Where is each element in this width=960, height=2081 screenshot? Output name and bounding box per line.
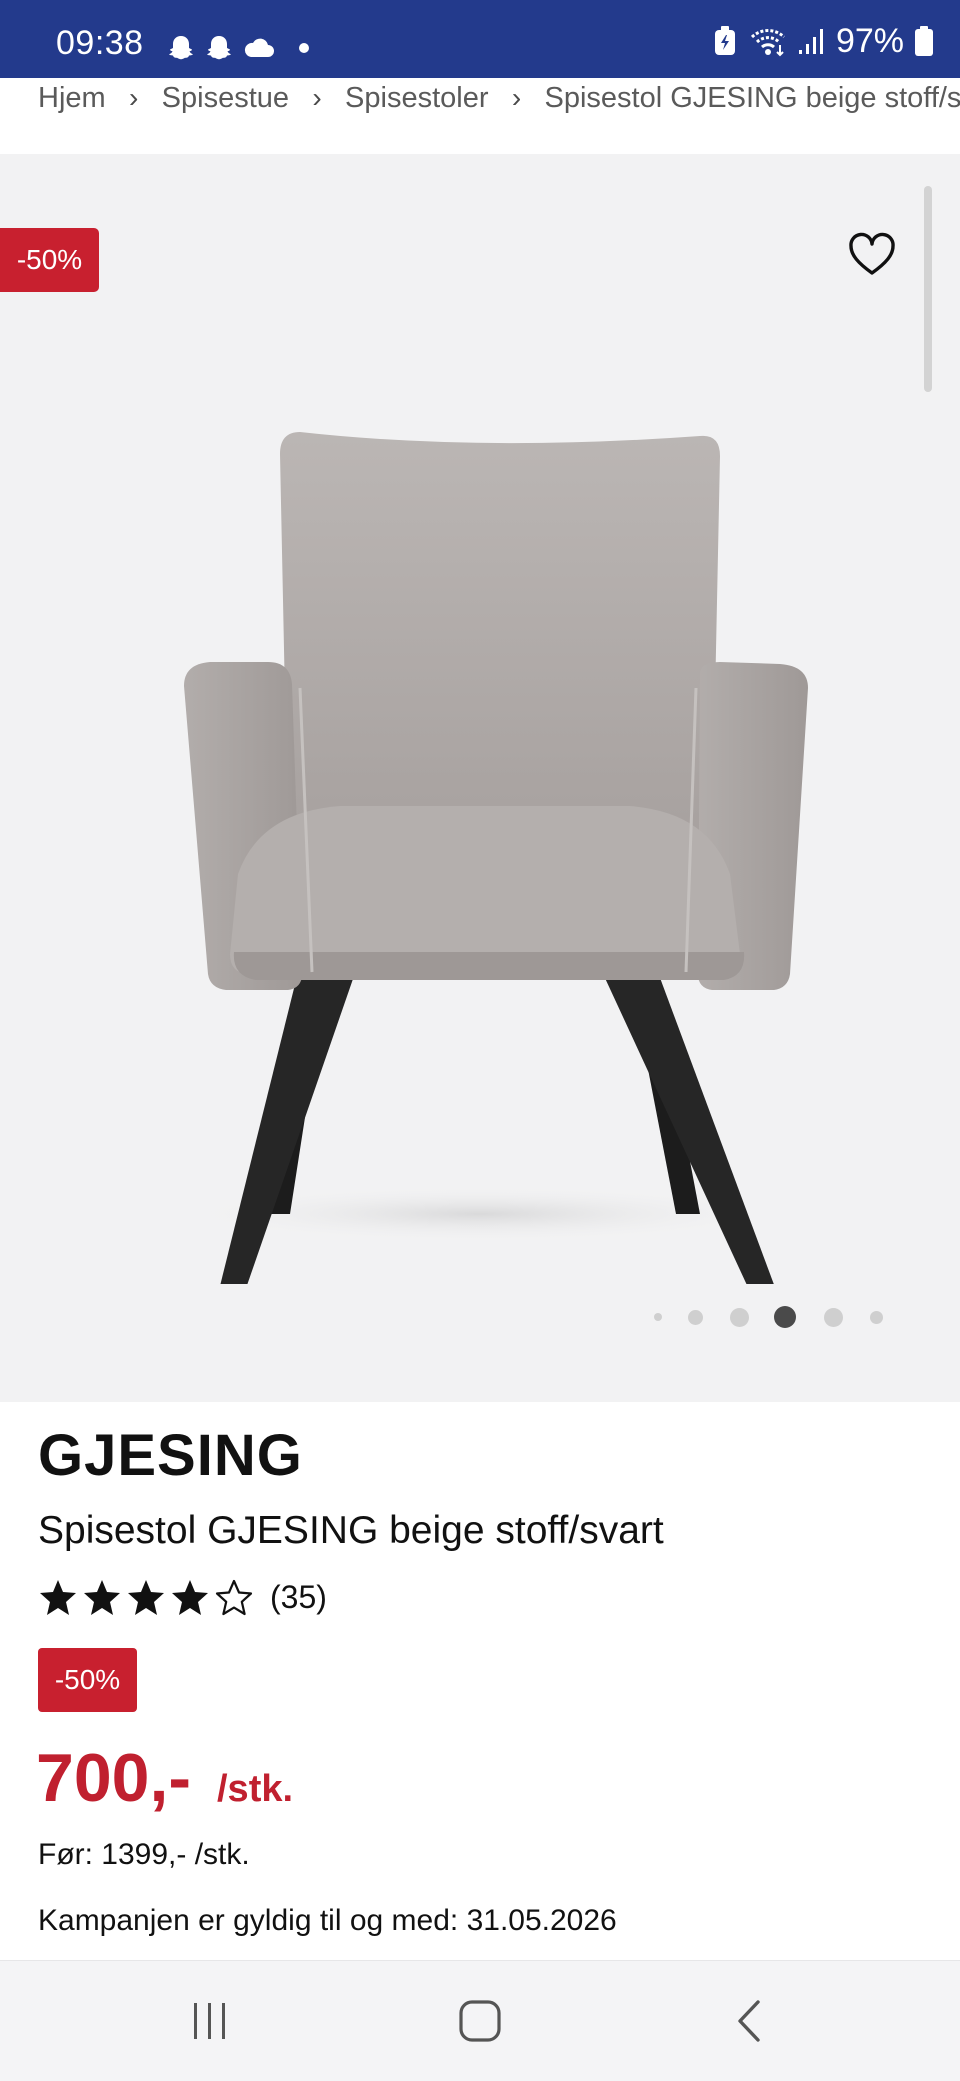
breadcrumb-item-home[interactable]: Hjem [38, 78, 106, 118]
gallery-dot-active[interactable] [774, 1306, 796, 1328]
star-filled-icon [82, 1577, 122, 1617]
home-button[interactable] [450, 1991, 510, 2051]
gallery-dot[interactable] [654, 1313, 662, 1321]
back-button[interactable] [720, 1991, 780, 2051]
campaign-validity: Kampanjen er gyldig til og med: 31.05.20… [38, 1904, 617, 1938]
product-brand: GJESING [38, 1424, 303, 1488]
wishlist-button[interactable] [844, 226, 900, 282]
gallery-dot[interactable] [870, 1311, 883, 1324]
notification-icons [166, 33, 314, 63]
breadcrumb: Hjem›Spisestue›Spisestoler›Spisestol GJE… [38, 78, 960, 118]
back-icon [730, 1998, 770, 2044]
gallery-dot[interactable] [688, 1310, 703, 1325]
discount-badge: -50% [38, 1648, 137, 1712]
gallery-pagination[interactable] [654, 1302, 894, 1332]
discount-badge: -50% [0, 228, 99, 292]
breadcrumb-item-spisestue[interactable]: Spisestue [162, 78, 289, 118]
recent-apps-button[interactable] [180, 1991, 240, 2051]
cloud-icon [242, 35, 276, 61]
home-icon [457, 1998, 503, 2044]
gallery-dot[interactable] [730, 1308, 749, 1327]
product-price: 700,-/stk. [36, 1744, 293, 1812]
snapchat-icon [204, 33, 234, 63]
battery-percentage: 97% [836, 24, 904, 58]
signal-icon [798, 26, 826, 56]
system-navigation-bar [0, 1960, 960, 2081]
battery-icon [914, 25, 934, 57]
system-status-icons: 97% [712, 24, 934, 58]
rating-stars [38, 1577, 254, 1617]
gallery-scrollbar[interactable] [924, 186, 932, 392]
heart-outline-icon [844, 226, 900, 282]
price-value: 700,- [36, 1740, 191, 1816]
product-image-gallery[interactable]: -50% [0, 154, 960, 1402]
product-rating[interactable]: (35) [38, 1577, 327, 1617]
breadcrumb-separator: › [289, 78, 345, 118]
breadcrumb-separator: › [489, 78, 545, 118]
dot-icon [294, 38, 314, 58]
breadcrumb-item-current[interactable]: Spisestol GJESING beige stoff/svart [545, 78, 960, 118]
product-title: Spisestol GJESING beige stoff/svart [38, 1508, 664, 1555]
wifi-icon [748, 25, 788, 57]
battery-saver-icon [712, 25, 738, 57]
snapchat-icon [166, 33, 196, 63]
star-filled-icon [126, 1577, 166, 1617]
star-filled-icon [170, 1577, 210, 1617]
breadcrumb-item-spisestoler[interactable]: Spisestoler [345, 78, 488, 118]
status-bar: 09:38 [0, 0, 960, 78]
product-image [140, 284, 820, 1284]
breadcrumb-separator: › [106, 78, 162, 118]
star-outline-icon [214, 1577, 254, 1617]
star-filled-icon [38, 1577, 78, 1617]
previous-price: Før: 1399,- /stk. [38, 1838, 250, 1872]
recent-apps-icon [188, 1999, 232, 2043]
review-count[interactable]: (35) [270, 1577, 327, 1617]
status-time: 09:38 [56, 26, 144, 60]
gallery-dot[interactable] [824, 1308, 843, 1327]
price-unit: /stk. [217, 1768, 293, 1810]
